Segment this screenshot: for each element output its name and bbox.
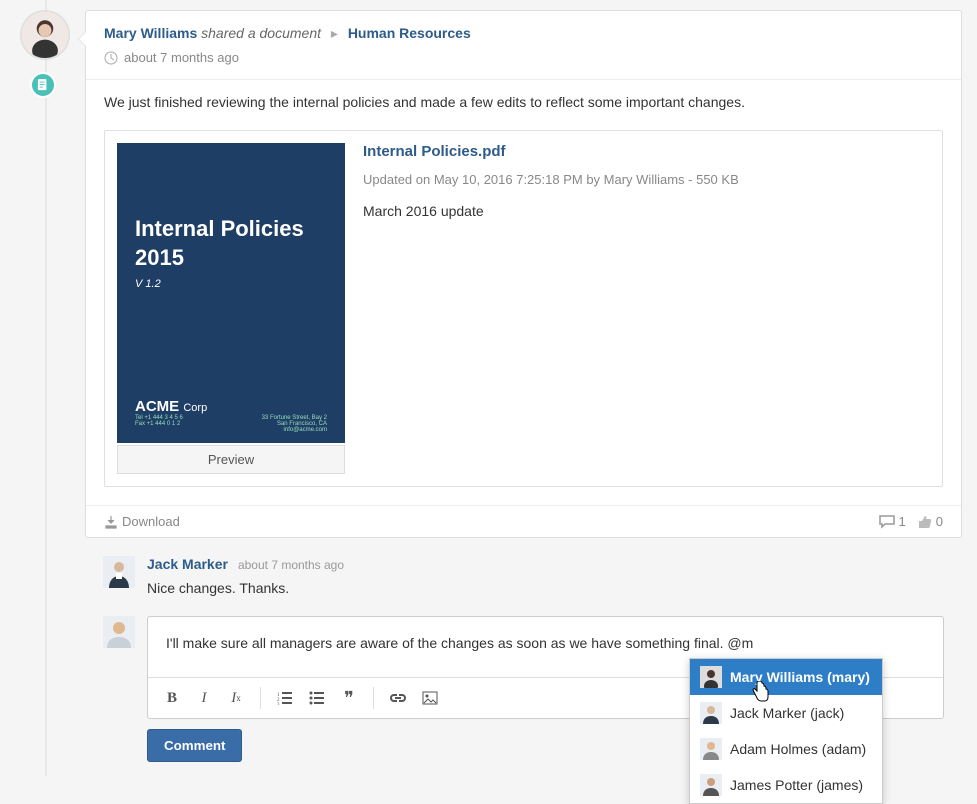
location-link[interactable]: Human Resources <box>348 25 471 41</box>
mention-option[interactable]: Mary Williams (mary) <box>690 659 882 695</box>
post-footer: Download 1 0 <box>86 505 961 537</box>
unordered-list-button[interactable] <box>303 684 331 712</box>
ordered-list-button[interactable]: 123 <box>271 684 299 712</box>
author-link[interactable]: Mary Williams <box>104 25 197 41</box>
clock-icon <box>104 51 118 65</box>
clear-format-button[interactable]: Ix <box>222 684 250 712</box>
attachment-panel: Internal Policies2015 V 1.2 ACME Corp Te… <box>104 130 943 487</box>
author-avatar[interactable] <box>20 10 70 60</box>
comment-item: Jack Marker about 7 months ago Nice chang… <box>85 552 962 600</box>
post-header: Mary Williams shared a document ▸ Human … <box>86 11 961 80</box>
reply-box: I'll make sure all managers are aware of… <box>85 612 962 766</box>
image-button[interactable] <box>416 684 444 712</box>
activity-badge-icon <box>30 72 56 98</box>
comment-timestamp: about 7 months ago <box>238 558 344 572</box>
mention-option[interactable]: Adam Holmes (adam) <box>690 731 882 767</box>
post-action: shared a document <box>201 25 321 41</box>
italic-button[interactable]: I <box>190 684 218 712</box>
cursor-icon <box>751 681 771 703</box>
quote-button[interactable]: ❞ <box>335 684 363 712</box>
commenter-avatar[interactable] <box>103 556 135 588</box>
attachment-description: March 2016 update <box>363 203 739 219</box>
post-timestamp: about 7 months ago <box>124 50 239 65</box>
separator <box>260 687 261 709</box>
current-user-avatar[interactable] <box>103 616 135 648</box>
svg-text:3: 3 <box>277 703 280 705</box>
bold-button[interactable]: B <box>158 684 186 712</box>
post-card: Mary Williams shared a document ▸ Human … <box>85 10 962 538</box>
mention-option[interactable]: James Potter (james) <box>690 767 882 803</box>
separator <box>373 687 374 709</box>
document-thumbnail[interactable]: Internal Policies2015 V 1.2 ACME Corp Te… <box>117 143 345 443</box>
download-button[interactable]: Download <box>104 514 180 529</box>
link-button[interactable] <box>384 684 412 712</box>
comment-editor[interactable]: I'll make sure all managers are aware of… <box>147 616 944 719</box>
breadcrumb-separator-icon: ▸ <box>331 25 338 41</box>
like-count[interactable]: 0 <box>918 514 943 529</box>
attachment-title-link[interactable]: Internal Policies.pdf <box>363 143 506 160</box>
commenter-link[interactable]: Jack Marker <box>147 556 228 572</box>
attachment-meta: Updated on May 10, 2016 7:25:18 PM by Ma… <box>363 172 739 187</box>
comment-text: Nice changes. Thanks. <box>147 580 344 596</box>
mention-dropdown: Mary Williams (mary) Jack Marker (jack) … <box>689 658 883 804</box>
submit-comment-button[interactable]: Comment <box>147 729 242 762</box>
post-body: We just finished reviewing the internal … <box>86 80 961 124</box>
comment-count[interactable]: 1 <box>879 514 906 529</box>
preview-button[interactable]: Preview <box>117 445 345 474</box>
mention-option[interactable]: Jack Marker (jack) <box>690 695 882 731</box>
